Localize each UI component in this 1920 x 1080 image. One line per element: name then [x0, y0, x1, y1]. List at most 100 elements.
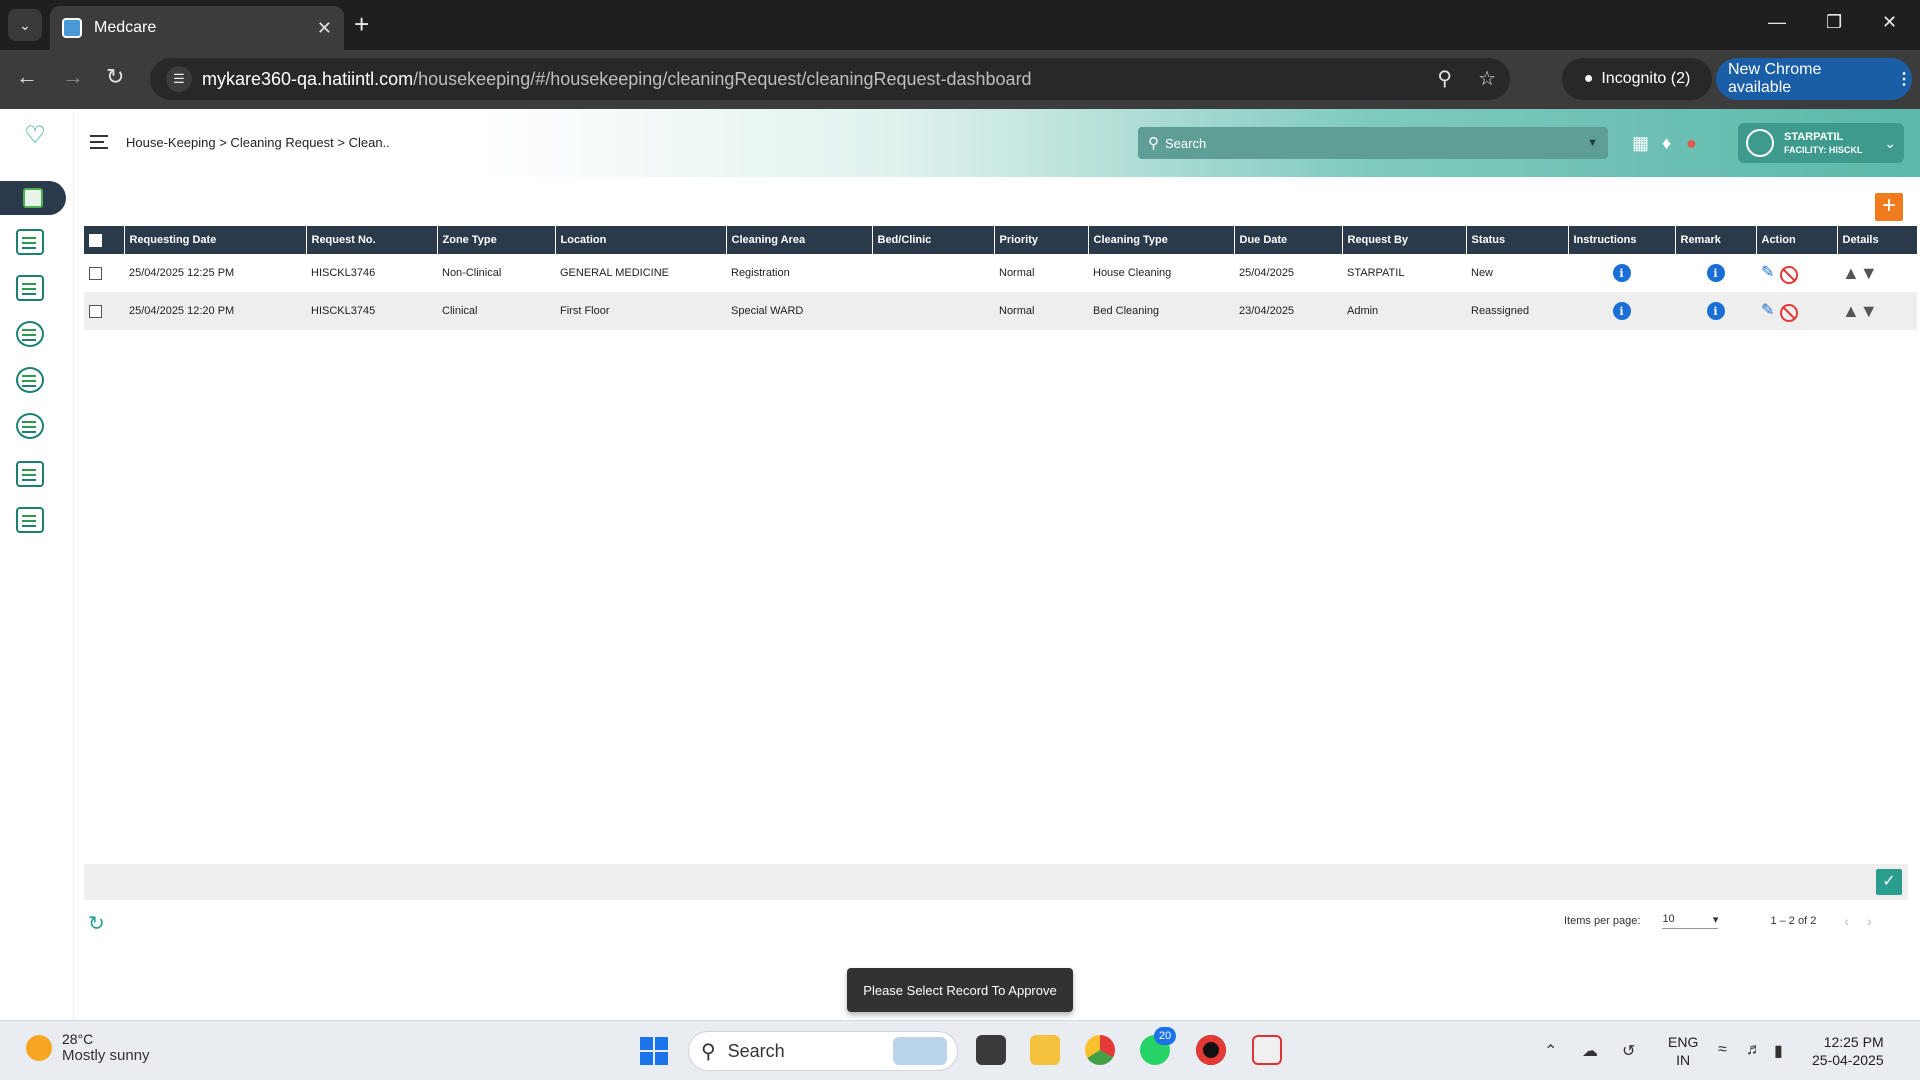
- restore-icon[interactable]: ❐: [1826, 12, 1842, 33]
- reports-chart-icon: [16, 461, 44, 487]
- file-explorer-icon[interactable]: [1030, 1035, 1060, 1065]
- column-header[interactable]: Requesting Date: [124, 226, 307, 254]
- approve-check-button[interactable]: ✓: [1876, 869, 1902, 895]
- items-per-page-label: Items per page:: [1564, 915, 1641, 927]
- alert-badge-icon[interactable]: ●: [1686, 133, 1697, 154]
- column-header[interactable]: Priority: [994, 226, 1089, 254]
- battery-icon[interactable]: ▮: [1774, 1041, 1783, 1061]
- remark-info-icon[interactable]: i: [1706, 264, 1725, 282]
- row-checkbox[interactable]: [89, 266, 102, 280]
- chrome-menu-icon[interactable]: ⋮: [1896, 69, 1912, 89]
- reload-icon[interactable]: ↻: [106, 64, 124, 90]
- column-header[interactable]: Zone Type: [437, 226, 556, 254]
- windows-start-icon[interactable]: [640, 1037, 668, 1065]
- search-placeholder: Search: [1165, 135, 1207, 151]
- next-page-icon[interactable]: ›: [1867, 913, 1872, 929]
- rail-item-verify[interactable]: [14, 365, 46, 395]
- incognito-button[interactable]: ● Incognito (2): [1562, 58, 1712, 100]
- address-bar[interactable]: ☰ mykare360-qa.hatiintl.com/housekeeping…: [150, 58, 1510, 100]
- remark-cell: i: [1675, 254, 1756, 292]
- taskbar-search[interactable]: ⚲ Search: [688, 1031, 958, 1071]
- clock-date: 25-04-2025: [1812, 1052, 1884, 1068]
- user-menu[interactable]: STARPATIL FACILITY: HISCKL ⌄: [1738, 123, 1904, 163]
- site-info-icon[interactable]: ☰: [166, 66, 192, 92]
- rail-item-laundry[interactable]: [14, 505, 46, 535]
- user-facility: FACILITY: HISCKL: [1784, 145, 1863, 155]
- table-row[interactable]: 25/04/2025 12:25 PM HISCKL3746 Non-Clini…: [84, 254, 1917, 292]
- weather-widget[interactable]: 28°C Mostly sunny: [26, 1031, 150, 1064]
- search-dropdown-icon[interactable]: ▼: [1587, 137, 1598, 149]
- column-header[interactable]: Status: [1466, 226, 1569, 254]
- select-all-header: [84, 226, 125, 254]
- browser-tab-medcare[interactable]: Medcare ✕: [50, 6, 344, 50]
- new-chrome-available-button[interactable]: New Chrome available ⋮: [1716, 58, 1912, 100]
- rail-item-schedule[interactable]: [14, 273, 46, 303]
- edit-pencil-icon[interactable]: ✎: [1761, 302, 1774, 319]
- thumbs-down-icon[interactable]: ▼: [1860, 301, 1878, 321]
- menu-toggle-icon[interactable]: [90, 135, 108, 149]
- table-row[interactable]: 25/04/2025 12:20 PM HISCKL3745 Clinical …: [84, 292, 1917, 330]
- column-header[interactable]: Location: [555, 226, 727, 254]
- remark-info-icon[interactable]: i: [1706, 302, 1725, 320]
- zoom-icon[interactable]: ⚲: [1437, 66, 1452, 91]
- back-arrow-icon[interactable]: ←: [16, 64, 38, 90]
- record-icon[interactable]: [1196, 1035, 1226, 1065]
- rail-item-checklist[interactable]: [14, 411, 46, 441]
- chrome-icon[interactable]: [1085, 1035, 1115, 1065]
- row-checkbox[interactable]: [89, 304, 102, 318]
- tray-chevron-icon[interactable]: ⌃: [1544, 1041, 1557, 1061]
- requesting-date-cell: 25/04/2025 12:20 PM: [124, 292, 306, 330]
- rail-item-staff[interactable]: [14, 227, 46, 257]
- tab-search-chevron-icon[interactable]: ⌄: [8, 9, 42, 41]
- thumbs-up-icon[interactable]: ▲: [1842, 301, 1860, 321]
- global-search-input[interactable]: ⚲ Search ▼: [1138, 127, 1608, 159]
- wifi-icon[interactable]: ≈: [1718, 1041, 1727, 1059]
- thumbs-up-icon[interactable]: ▲: [1842, 263, 1860, 283]
- add-request-button[interactable]: +: [1875, 193, 1903, 221]
- rail-item-housekeeping[interactable]: [0, 181, 66, 215]
- weather-sun-icon: [26, 1034, 52, 1061]
- task-view-icon[interactable]: [976, 1035, 1006, 1065]
- zone-type-cell: Non-Clinical: [437, 254, 555, 292]
- clock[interactable]: 12:25 PM 25-04-2025: [1812, 1033, 1884, 1069]
- sync-icon[interactable]: ↺: [1622, 1041, 1635, 1061]
- new-tab-plus-icon[interactable]: +: [354, 10, 369, 38]
- assign-icon: [16, 321, 44, 347]
- onedrive-icon[interactable]: ☁: [1582, 1041, 1598, 1061]
- notification-bell-icon[interactable]: ♦: [1662, 133, 1671, 154]
- breadcrumb[interactable]: House-Keeping > Cleaning Request > Clean…: [126, 135, 390, 150]
- refresh-icon[interactable]: ↻: [88, 911, 105, 936]
- priority-cell: Normal: [994, 292, 1088, 330]
- user-info: STARPATIL FACILITY: HISCKL: [1784, 131, 1862, 155]
- minimize-icon[interactable]: —: [1768, 12, 1786, 33]
- column-header[interactable]: Bed/Clinic: [872, 226, 995, 254]
- tab-close-icon[interactable]: ✕: [317, 18, 332, 39]
- rail-item-assign[interactable]: [14, 319, 46, 349]
- instructions-info-icon[interactable]: i: [1612, 264, 1631, 282]
- items-per-page-select[interactable]: 10 ▾: [1662, 913, 1719, 929]
- edit-pencil-icon[interactable]: ✎: [1761, 264, 1774, 281]
- forward-arrow-icon[interactable]: →: [62, 64, 84, 90]
- column-header[interactable]: Request By: [1342, 226, 1467, 254]
- cancel-ban-icon[interactable]: [1780, 265, 1799, 284]
- instructions-info-icon[interactable]: i: [1612, 302, 1631, 320]
- select-all-checkbox[interactable]: [89, 233, 102, 247]
- previous-page-icon[interactable]: ‹: [1844, 913, 1849, 929]
- apps-grid-icon[interactable]: ▦: [1632, 133, 1649, 154]
- language-indicator[interactable]: ENG IN: [1668, 1033, 1698, 1069]
- column-header[interactable]: Request No.: [306, 226, 438, 254]
- chevron-down-icon[interactable]: ⌄: [1884, 135, 1896, 152]
- thumbs-down-icon[interactable]: ▼: [1860, 263, 1878, 283]
- column-header[interactable]: Cleaning Area: [726, 226, 873, 254]
- volume-icon[interactable]: ♬: [1746, 1041, 1762, 1059]
- window-close-icon[interactable]: ✕: [1882, 12, 1897, 33]
- snackbar-message: Please Select Record To Approve: [847, 968, 1073, 1012]
- bookmark-star-icon[interactable]: ☆: [1478, 66, 1496, 91]
- rail-item-reports[interactable]: [14, 459, 46, 489]
- cancel-ban-icon[interactable]: [1780, 303, 1799, 322]
- snipping-tool-icon[interactable]: [1252, 1035, 1282, 1065]
- windows-taskbar: 28°C Mostly sunny ⚲ Search 20 ⌃ ☁ ↺ ENG …: [0, 1020, 1920, 1080]
- housekeeping-icon: [23, 188, 43, 208]
- column-header[interactable]: Due Date: [1234, 226, 1343, 254]
- column-header[interactable]: Cleaning Type: [1088, 226, 1235, 254]
